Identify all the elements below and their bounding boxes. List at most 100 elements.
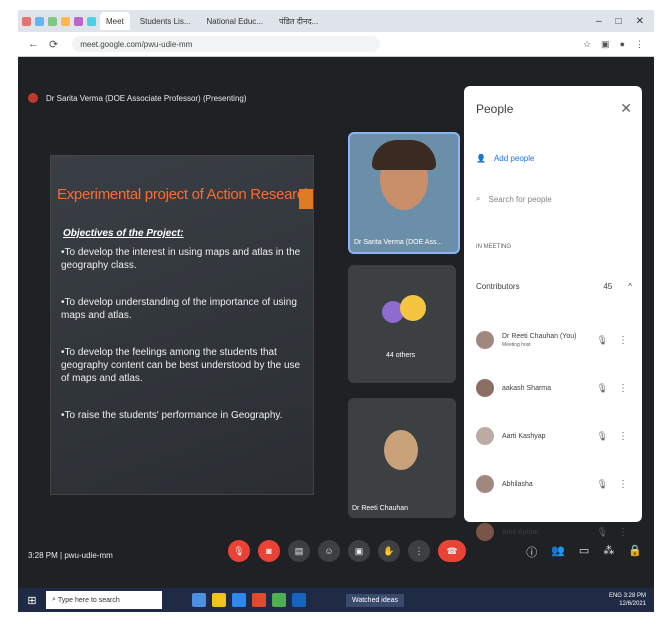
more-options-icon[interactable]: ⋮ [618,479,628,490]
windows-taskbar: ⊞ ⌕ Type here to search Watched ideas EN… [18,588,654,612]
mic-toggle-button[interactable]: 🎙 [228,540,250,562]
list-item[interactable]: Dr Reeti Chauhan (You) Meeting host 🎙 ⋮ [476,316,632,364]
info-icon[interactable]: ⓘ [526,544,537,560]
in-meeting-heading: IN MEETING [476,244,512,250]
back-icon[interactable]: ← [28,38,39,50]
avatar [476,427,494,445]
activities-icon[interactable]: ⁂ [603,544,614,560]
presenter-avatar [28,93,38,103]
emoji-button[interactable]: ☺ [318,540,340,562]
slide-bullet: •To develop understanding of the importa… [61,297,297,321]
menu-icon[interactable]: ⋮ [635,39,644,50]
slide-accent-block [299,189,313,209]
tab-favicon[interactable] [22,16,31,26]
app-icon[interactable] [232,593,246,607]
participant-tile-presenter[interactable]: Dr Sarita Verma (DOE Ass... [348,132,460,254]
camera-toggle-button[interactable]: ◙ [258,540,280,562]
close-icon[interactable]: ✕ [620,100,632,117]
participant-role: Meeting host [502,341,531,348]
close-icon[interactable]: ✕ [636,16,644,27]
presenter-banner: Dr Sarita Verma (DOE Associate Professor… [28,88,458,108]
time-text: 3:28 PM [28,550,58,560]
control-buttons: 🎙 ◙ ▤ ☺ ▣ ✋ ⋮ ☎ [228,540,466,562]
contributors-label: Contributors [476,282,520,291]
address-bar: ← ⟳ meet.google.com/pwu-udie-mm ☆ ▣ ● ⋮ [18,32,654,57]
captions-button[interactable]: ▤ [288,540,310,562]
participant-name: Abhilasha [502,480,533,488]
tile-name: Dr Sarita Verma (DOE Ass... [354,239,443,246]
reload-icon[interactable]: ⟳ [49,38,58,51]
minimize-icon[interactable]: – [596,16,602,27]
profile-icon[interactable]: ● [620,39,625,50]
windows-start-icon[interactable]: ⊞ [24,592,40,608]
avatar [476,475,494,493]
system-tray: ENG 3:28 PM 12/6/2021 [609,592,646,608]
participant-tile-self[interactable]: Dr Reeti Chauhan [348,398,456,518]
tab-students[interactable]: Students Lis... [134,12,197,30]
people-panel: People ✕ 👤 Add people ⌕ Search for peopl… [464,86,642,541]
tab-favicon[interactable] [61,16,70,26]
mic-off-icon: 🎙 [596,382,608,393]
taskbar-search-input[interactable]: ⌕ Type here to search [46,591,162,609]
more-options-icon[interactable]: ⋮ [618,335,628,346]
screen: Meet Students Lis... National Educ... पं… [18,10,654,612]
taskbar-apps [192,593,306,607]
tile-name: 44 others [386,352,416,359]
add-people-button[interactable]: 👤 Add people [476,154,534,163]
participant-list: Dr Reeti Chauhan (You) Meeting host 🎙 ⋮ a… [476,316,632,556]
star-icon[interactable]: ☆ [583,39,591,50]
slide-bullet: •To develop the interest in using maps a… [61,247,301,271]
browser-tab-bar: Meet Students Lis... National Educ... पं… [18,10,654,32]
chevron-up-icon[interactable]: ^ [628,282,632,291]
lock-icon[interactable]: 🔒 [628,544,642,560]
slide-bullet: •To develop the feelings among the stude… [61,347,301,384]
window-controls: – □ ✕ [596,16,654,27]
more-options-icon[interactable]: ⋮ [618,431,628,442]
tray-time: 3:28 PM [623,593,646,599]
extension-icon[interactable]: ▣ [601,39,610,50]
app-icon[interactable] [252,593,266,607]
app-icon[interactable] [212,593,226,607]
chat-icon[interactable]: ▭ [579,544,589,560]
add-people-label: Add people [493,154,535,163]
app-icon[interactable] [192,593,206,607]
list-item[interactable]: aakash Sharma 🎙 ⋮ [476,364,632,412]
raise-hand-button[interactable]: ✋ [378,540,400,562]
list-item[interactable]: Aarti Kashyap 🎙 ⋮ [476,412,632,460]
avatar [400,295,426,321]
tab-favicon[interactable] [35,16,44,26]
contributors-section[interactable]: Contributors 45 ^ [476,282,632,291]
app-icon[interactable] [272,593,286,607]
meeting-time: 3:28 PM | pwu-udie-mm [28,550,113,560]
app-icon[interactable] [292,593,306,607]
taskbar-search-placeholder: Type here to search [57,596,120,604]
tab-meet[interactable]: Meet [100,12,130,30]
tab-education[interactable]: National Educ... [201,12,269,30]
mic-off-icon: 🎙 [596,478,608,489]
participant-name: aakash Sharma [502,384,552,392]
present-button[interactable]: ▣ [348,540,370,562]
more-options-icon[interactable]: ⋮ [618,383,628,394]
leave-call-button[interactable]: ☎ [438,540,466,562]
participant-hair [372,140,436,170]
search-icon: ⌕ [476,194,481,203]
slide-subtitle: Objectives of the Project: [63,228,184,239]
url-input[interactable]: meet.google.com/pwu-udie-mm [72,36,381,52]
tab-favicon[interactable] [87,16,96,26]
tray-date: 12/6/2021 [619,601,646,607]
meeting-code: pwu-udie-mm [64,550,113,560]
add-person-icon: 👤 [476,154,486,163]
people-icon[interactable]: 👥 [551,544,565,560]
presenter-label: Dr Sarita Verma (DOE Associate Professor… [46,93,247,103]
people-search-input[interactable]: ⌕ Search for people [476,194,552,204]
list-item[interactable]: Abhilasha 🎙 ⋮ [476,460,632,508]
participant-tile-others[interactable]: 44 others [348,265,456,383]
more-options-button[interactable]: ⋮ [408,540,430,562]
meeting-controls: 3:28 PM | pwu-udie-mm 🎙 ◙ ▤ ☺ ▣ ✋ ⋮ ☎ ⓘ … [18,530,654,580]
maximize-icon[interactable]: □ [616,16,622,27]
tab-hindi[interactable]: पंडित दीनद... [273,12,324,30]
tab-favicon[interactable] [74,16,83,26]
tab-favicon[interactable] [48,16,57,26]
taskbar-window[interactable]: Watched ideas [346,593,405,607]
tile-name: Dr Reeti Chauhan [352,505,409,512]
